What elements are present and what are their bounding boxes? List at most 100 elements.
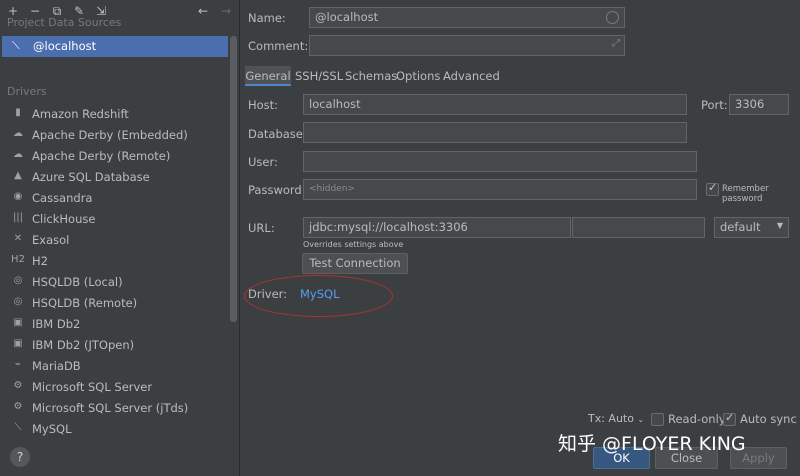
seal-icon: ⌁	[14, 359, 22, 370]
driver-label: HSQLDB (Remote)	[32, 296, 138, 310]
driver-label: IBM Db2 (JTOpen)	[32, 338, 135, 352]
host-field[interactable]: localhost	[303, 94, 687, 115]
dolphin-icon: ⟍	[14, 422, 22, 433]
url-field-extension[interactable]	[572, 217, 705, 238]
help-icon[interactable]: ?	[10, 447, 30, 467]
host-label: Host:	[248, 98, 279, 112]
driver-item[interactable]: ⟍ MySQL	[8, 419, 230, 440]
driver-item[interactable]: H2 H2	[8, 251, 230, 272]
settings-panel: Name: @localhost Comment: ⤢ General SSH/…	[241, 0, 800, 476]
database-field[interactable]	[303, 122, 687, 143]
url-label: URL:	[248, 221, 275, 235]
data-source-icon: ⟍	[12, 39, 20, 52]
password-placeholder: <hidden>	[309, 184, 355, 194]
driver-label: Azure SQL Database	[32, 170, 150, 184]
name-value: @localhost	[315, 10, 379, 24]
driver-label: Exasol	[32, 233, 70, 247]
url-mode-select[interactable]: default ▼	[714, 217, 789, 238]
derby-icon: ☁	[13, 128, 23, 139]
eye-icon: ◉	[13, 191, 23, 202]
read-only-checkbox[interactable]	[651, 413, 664, 426]
test-connection-button[interactable]: Test Connection	[302, 253, 408, 274]
driver-item[interactable]: ◉ Cassandra	[8, 188, 230, 209]
driver-item[interactable]: ☁ Apache Derby (Remote)	[8, 146, 230, 167]
port-label: Port:	[701, 98, 728, 112]
tab-ssh-ssl[interactable]: SSH/SSL	[295, 66, 343, 86]
dropdown-arrow-icon: ▼	[776, 221, 783, 230]
project-sources-heading: Project Data Sources	[7, 16, 122, 29]
overrides-note: Overrides settings above	[303, 240, 404, 249]
data-source-localhost[interactable]: ⟍ @localhost	[2, 36, 228, 57]
driver-item[interactable]: ▲ Azure SQL Database	[8, 167, 230, 188]
driver-label: Apache Derby (Embedded)	[32, 128, 188, 142]
driver-item[interactable]: ◎ HSQLDB (Local)	[8, 272, 230, 293]
port-field[interactable]: 3306	[729, 94, 789, 115]
user-field[interactable]	[303, 151, 697, 172]
drivers-heading: Drivers	[7, 85, 47, 98]
driver-item[interactable]: ▣ IBM Db2 (JTOpen)	[8, 335, 230, 356]
color-circle-icon[interactable]	[606, 11, 619, 24]
driver-label: Cassandra	[32, 191, 93, 205]
driver-label: Microsoft SQL Server (jTds)	[32, 401, 189, 415]
auto-sync-label: Auto sync	[740, 412, 797, 426]
remember-password-checkbox[interactable]	[706, 181, 719, 196]
driver-label: Amazon Redshift	[32, 107, 129, 121]
tx-mode-label: Tx: Auto	[588, 412, 634, 425]
tx-mode-dropdown[interactable]: Tx: Auto ⌄	[588, 412, 644, 425]
auto-sync-checkbox[interactable]	[723, 411, 736, 426]
password-field[interactable]: <hidden>	[303, 179, 697, 200]
driver-item[interactable]: ⚙ Microsoft SQL Server	[8, 377, 230, 398]
comment-label: Comment:	[248, 39, 309, 53]
tab-general[interactable]: General	[245, 66, 291, 86]
chevron-down-icon: ⌄	[637, 415, 645, 424]
name-field[interactable]: @localhost	[309, 7, 625, 28]
derby-icon: ☁	[13, 149, 23, 160]
driver-item[interactable]: ✕ Exasol	[8, 230, 230, 251]
ibm-icon: ▣	[13, 338, 23, 349]
highlight-ellipse	[244, 275, 393, 317]
port-value: 3306	[735, 97, 765, 111]
db-icon: ▮	[15, 107, 21, 118]
driver-item[interactable]: ◎ HSQLDB (Remote)	[8, 293, 230, 314]
host-value: localhost	[309, 97, 361, 111]
sidebar-scrollbar[interactable]	[230, 36, 237, 322]
driver-item[interactable]: ☁ Apache Derby (Embedded)	[8, 125, 230, 146]
name-label: Name:	[248, 11, 286, 25]
database-label: Database:	[248, 127, 307, 141]
driver-item[interactable]: ⚙ Microsoft SQL Server (jTds)	[8, 398, 230, 419]
driver-label: Microsoft SQL Server	[32, 380, 153, 394]
driver-label: MySQL	[32, 422, 72, 436]
driver-item[interactable]: ||| ClickHouse	[8, 209, 230, 230]
forward-icon[interactable]: →	[218, 3, 234, 19]
tab-schemas[interactable]: Schemas	[345, 66, 397, 86]
mssql-icon: ⚙	[13, 401, 23, 412]
h2-icon: H2	[11, 254, 25, 265]
driver-label: H2	[32, 254, 48, 268]
watermark: 知乎 @FLOYER KING	[558, 433, 746, 455]
comment-field[interactable]: ⤢	[309, 35, 625, 56]
driver-item[interactable]: ▣ IBM Db2	[8, 314, 230, 335]
driver-label: ClickHouse	[32, 212, 96, 226]
driver-item[interactable]: ▮ Amazon Redshift	[8, 104, 230, 125]
tab-options[interactable]: Options	[396, 66, 440, 86]
driver-label: MariaDB	[32, 359, 81, 373]
hsqldb-icon: ◎	[13, 296, 23, 307]
user-label: User:	[248, 155, 278, 169]
ibm-icon: ▣	[13, 317, 23, 328]
url-value: jdbc:mysql://localhost:3306	[309, 220, 468, 234]
x-icon: ✕	[13, 233, 23, 244]
mssql-icon: ⚙	[13, 380, 23, 391]
back-icon[interactable]: ←	[195, 3, 211, 19]
data-source-label: @localhost	[33, 39, 97, 53]
url-field[interactable]: jdbc:mysql://localhost:3306	[303, 217, 571, 238]
bars-icon: |||	[12, 212, 24, 223]
hsqldb-icon: ◎	[13, 275, 23, 286]
expand-icon[interactable]: ⤢	[612, 38, 620, 49]
tab-advanced[interactable]: Advanced	[443, 66, 500, 86]
driver-label: IBM Db2	[32, 317, 81, 331]
password-label: Password:	[248, 183, 306, 197]
url-mode-value: default	[720, 220, 761, 234]
driver-label: Apache Derby (Remote)	[32, 149, 171, 163]
driver-item[interactable]: ⌁ MariaDB	[8, 356, 230, 377]
left-panel: + − ⧉ ✎ ⇲ ← → Project Data Sources ⟍ @lo…	[0, 0, 240, 476]
